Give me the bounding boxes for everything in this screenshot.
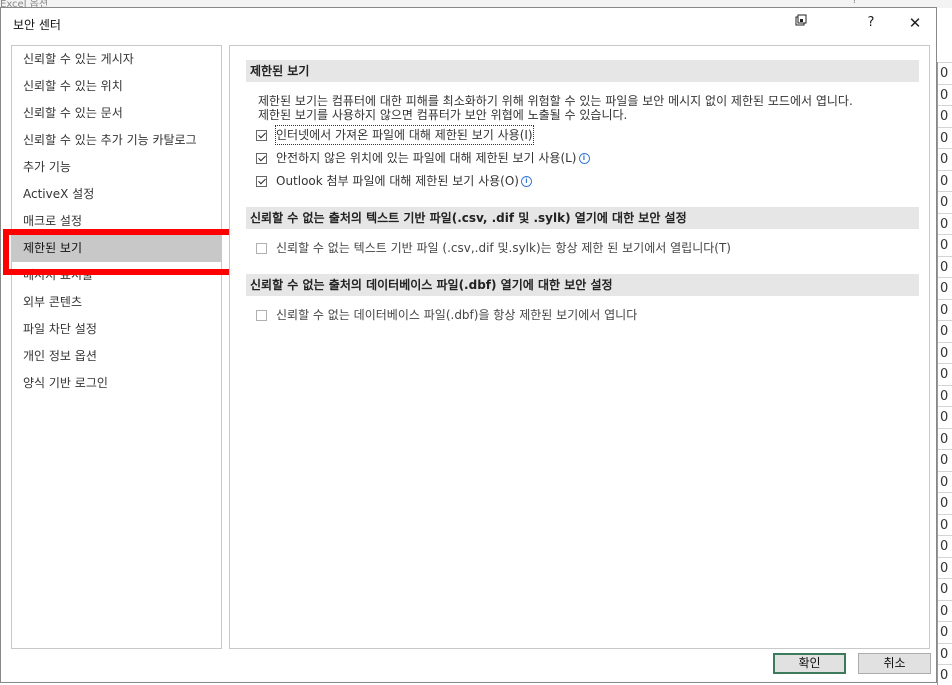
- background-cell: 0: [938, 105, 952, 126]
- close-icon[interactable]: ✕: [903, 12, 927, 34]
- sidebar-item-trusted-documents[interactable]: 신뢰할 수 있는 문서: [23, 100, 123, 127]
- main-panel: 제한된 보기 제한된 보기는 컴퓨터에 대한 피해를 최소화하기 위해 위험할 …: [229, 45, 930, 649]
- sidebar-item-activex[interactable]: ActiveX 설정: [23, 181, 94, 208]
- background-cell: 0: [938, 191, 952, 212]
- background-cell: 0: [938, 535, 952, 556]
- background-cell: 0: [938, 599, 952, 621]
- option-internet-files[interactable]: 인터넷에서 가져온 파일에 대해 제한된 보기 사용(I): [256, 125, 534, 145]
- section-header-protected-view: 제한된 보기: [246, 60, 919, 82]
- option-text-files[interactable]: 신뢰할 수 없는 텍스트 기반 파일 (.csv,.dif 및.sylk)는 항…: [256, 239, 731, 257]
- background-cell: 0: [938, 664, 952, 685]
- sidebar-item-form-based-signin[interactable]: 양식 기반 로그인: [23, 370, 108, 397]
- option-outlook-attachments[interactable]: Outlook 첨부 파일에 대해 제한된 보기 사용(O) i: [256, 172, 532, 190]
- background-help: ?: [852, 0, 858, 6]
- option-db-files-label: 신뢰할 수 없는 데이터베이스 파일(.dbf)을 항상 제한된 보기에서 엽니…: [276, 308, 638, 322]
- ok-button[interactable]: 확인: [773, 653, 846, 674]
- background-cell: 0: [938, 83, 952, 105]
- background-sheet: 00000000000000000000000000000: [937, 62, 952, 685]
- background-cell: 0: [938, 169, 952, 191]
- background-cell: 0: [938, 126, 952, 148]
- background-cell: 0: [938, 642, 952, 664]
- sidebar-item-trusted-locations[interactable]: 신뢰할 수 있는 위치: [23, 73, 123, 100]
- sidebar: 신뢰할 수 있는 게시자 신뢰할 수 있는 위치 신뢰할 수 있는 문서 신뢰할…: [11, 45, 222, 649]
- background-cell: 0: [938, 62, 952, 83]
- background-cell: 0: [938, 341, 952, 363]
- info-icon[interactable]: i: [578, 152, 590, 164]
- background-cell: 0: [938, 556, 952, 578]
- checkbox-unsafe-locations[interactable]: [256, 152, 267, 164]
- background-cell: 0: [938, 234, 952, 255]
- option-outlook-attachments-label: Outlook 첨부 파일에 대해 제한된 보기 사용(O): [276, 174, 519, 188]
- background-cell: 0: [938, 406, 952, 427]
- sidebar-item-external-content[interactable]: 외부 콘텐츠: [23, 289, 82, 316]
- checkbox-internet-files[interactable]: [256, 129, 267, 141]
- option-internet-files-label: 인터넷에서 가져온 파일에 대해 제한된 보기 사용(I): [275, 125, 534, 145]
- background-cell: 0: [938, 427, 952, 449]
- window-restore-icon[interactable]: [789, 12, 813, 34]
- checkbox-db-files[interactable]: [256, 309, 267, 321]
- help-button[interactable]: ?: [859, 12, 883, 34]
- option-db-files[interactable]: 신뢰할 수 없는 데이터베이스 파일(.dbf)을 항상 제한된 보기에서 엽니…: [256, 306, 637, 324]
- background-cell: 0: [938, 212, 952, 234]
- section-header-db-files: 신뢰할 수 없는 출처의 데이터베이스 파일(.dbf) 열기에 대한 보안 설…: [246, 274, 919, 296]
- background-cell: 0: [938, 449, 952, 470]
- background-cell: 0: [938, 470, 952, 492]
- sidebar-item-trusted-addin-catalogs[interactable]: 신뢰할 수 있는 추가 기능 카탈로그: [23, 127, 197, 154]
- sidebar-item-trusted-publishers[interactable]: 신뢰할 수 있는 게시자: [23, 46, 134, 73]
- option-unsafe-locations-label: 안전하지 않은 위치에 있는 파일에 대해 제한된 보기 사용(L): [276, 151, 577, 165]
- background-cell: 0: [938, 513, 952, 535]
- background-cell: 0: [938, 621, 952, 642]
- checkbox-outlook-attachments[interactable]: [256, 175, 267, 187]
- background-cell: 0: [938, 492, 952, 513]
- background-cell: 0: [938, 320, 952, 341]
- trust-center-dialog: 보안 센터 ? ✕ 신뢰할 수 있는 게시자 신뢰할 수 있는 위치 신뢰할 수…: [0, 7, 937, 683]
- background-cell: 0: [938, 384, 952, 406]
- option-unsafe-locations[interactable]: 안전하지 않은 위치에 있는 파일에 대해 제한된 보기 사용(L) i: [256, 149, 590, 167]
- cancel-button[interactable]: 취소: [858, 653, 931, 674]
- background-cell: 0: [938, 255, 952, 277]
- background-cell: 0: [938, 148, 952, 169]
- background-cell: 0: [938, 363, 952, 384]
- background-cell: 0: [938, 578, 952, 599]
- option-text-files-label: 신뢰할 수 없는 텍스트 기반 파일 (.csv,.dif 및.sylk)는 항…: [276, 241, 731, 255]
- background-cell: 0: [938, 298, 952, 320]
- background-cell: 0: [938, 277, 952, 298]
- section-header-text-files: 신뢰할 수 없는 출처의 텍스트 기반 파일(.csv, .dif 및 .syl…: [246, 207, 919, 229]
- sidebar-item-privacy-options[interactable]: 개인 정보 옵션: [23, 343, 97, 370]
- background-divider: [937, 62, 938, 685]
- annotation-highlight: [3, 229, 243, 275]
- checkbox-text-files[interactable]: [256, 242, 267, 254]
- protected-view-description-2: 제한된 보기를 사용하지 않으면 컴퓨터가 보안 위협에 노출될 수 있습니다.: [258, 108, 628, 122]
- info-icon[interactable]: i: [520, 175, 532, 187]
- dialog-title: 보안 센터: [13, 18, 61, 32]
- sidebar-item-file-block[interactable]: 파일 차단 설정: [23, 316, 97, 343]
- sidebar-item-addins[interactable]: 추가 기능: [23, 154, 71, 181]
- protected-view-description-1: 제한된 보기는 컴퓨터에 대한 피해를 최소화하기 위해 위험할 수 있는 파일…: [258, 94, 853, 108]
